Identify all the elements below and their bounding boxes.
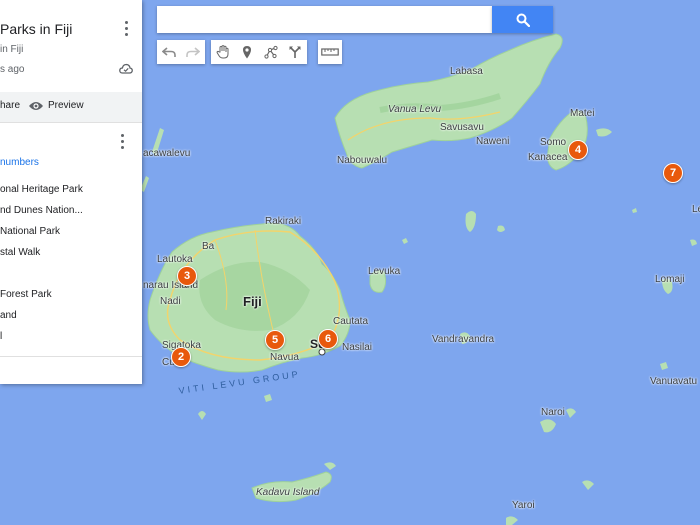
place-label-vandravandra: Vandravandra (432, 334, 495, 345)
panel-divider (0, 356, 142, 357)
layer-options-kebab-icon[interactable] (117, 132, 127, 150)
place-label-vanua-levu: Vanua Levu (388, 104, 442, 115)
map-marker-5[interactable]: 5 (265, 330, 285, 350)
map-side-panel: Parks in Fiji in Fiji s ago hare Preview… (0, 0, 142, 384)
place-label-vanuavatu: Vanuavatu (650, 376, 698, 387)
list-item[interactable]: onal Heritage Park (0, 184, 83, 195)
map-marker-3[interactable]: 3 (177, 266, 197, 286)
add-marker-button[interactable] (235, 40, 259, 64)
preview-button[interactable]: Preview (48, 100, 84, 111)
place-label-ba: Ba (202, 241, 215, 252)
line-icon (264, 45, 278, 59)
map-subtitle: in Fiji (0, 44, 24, 55)
place-label-le: Le (692, 204, 700, 215)
list-item[interactable]: National Park (0, 226, 60, 237)
marker-icon (243, 46, 251, 59)
map-title[interactable]: Parks in Fiji (0, 21, 72, 37)
place-label-savusavu: Savusavu (440, 122, 484, 133)
measure-button[interactable] (318, 40, 342, 64)
place-label-cautata: Cautata (333, 316, 369, 327)
list-item[interactable]: nd Dunes Nation... (0, 205, 83, 216)
list-item[interactable]: stal Walk (0, 247, 40, 258)
pan-button[interactable] (211, 40, 235, 64)
search-input[interactable] (157, 6, 492, 33)
undo-redo-group (157, 40, 205, 64)
redo-button[interactable] (181, 40, 205, 64)
place-label-lautoka: Lautoka (157, 254, 193, 265)
place-label-labasa: Labasa (450, 66, 483, 77)
search-icon (516, 13, 530, 27)
layer-style-link[interactable]: numbers (0, 157, 39, 168)
map-marker-6[interactable]: 6 (318, 329, 338, 349)
map-marker-4[interactable]: 4 (568, 140, 588, 160)
place-label-kanacea: Kanacea (528, 152, 568, 163)
eye-icon[interactable] (28, 100, 44, 112)
ruler-icon (321, 48, 339, 56)
place-label-levuka: Levuka (368, 266, 401, 277)
list-item[interactable]: Forest Park (0, 289, 52, 300)
draw-tools-group (211, 40, 307, 64)
place-label-yaroi: Yaroi (512, 500, 535, 511)
place-label-rakiraki: Rakiraki (265, 216, 302, 227)
directions-icon (289, 46, 301, 58)
place-label-matei: Matei (570, 108, 595, 119)
place-label-lomaji: Lomaji (655, 274, 685, 285)
place-label-fiji: Fiji (243, 294, 262, 309)
map-marker-7[interactable]: 7 (663, 163, 683, 183)
place-label-nadi: Nadi (160, 296, 181, 307)
place-label-navua: Navua (270, 352, 299, 363)
directions-button[interactable] (283, 40, 307, 64)
share-button[interactable]: hare (0, 100, 20, 111)
place-label-naroi: Naroi (541, 407, 565, 418)
search-button[interactable] (492, 6, 553, 33)
hand-icon (216, 45, 229, 59)
place-label-nasilai: Nasilai (342, 342, 373, 353)
place-label-naweni: Naweni (476, 136, 510, 147)
undo-button[interactable] (157, 40, 181, 64)
measure-group (318, 40, 342, 64)
place-label-nabouwalu: Nabouwalu (337, 155, 388, 166)
place-label-yacata: acawalevu (143, 148, 191, 159)
place-label-kadavu: Kadavu Island (256, 487, 320, 498)
undo-icon (162, 47, 176, 57)
draw-line-button[interactable] (259, 40, 283, 64)
saved-status: s ago (0, 64, 25, 75)
redo-icon (186, 47, 200, 57)
map-marker-2[interactable]: 2 (171, 347, 191, 367)
place-label-somosomo: Somo (540, 137, 567, 148)
list-item[interactable]: l (0, 331, 2, 342)
map-options-kebab-icon[interactable] (121, 19, 131, 37)
list-item[interactable]: and (0, 310, 17, 321)
cloud-saved-icon (119, 63, 133, 74)
